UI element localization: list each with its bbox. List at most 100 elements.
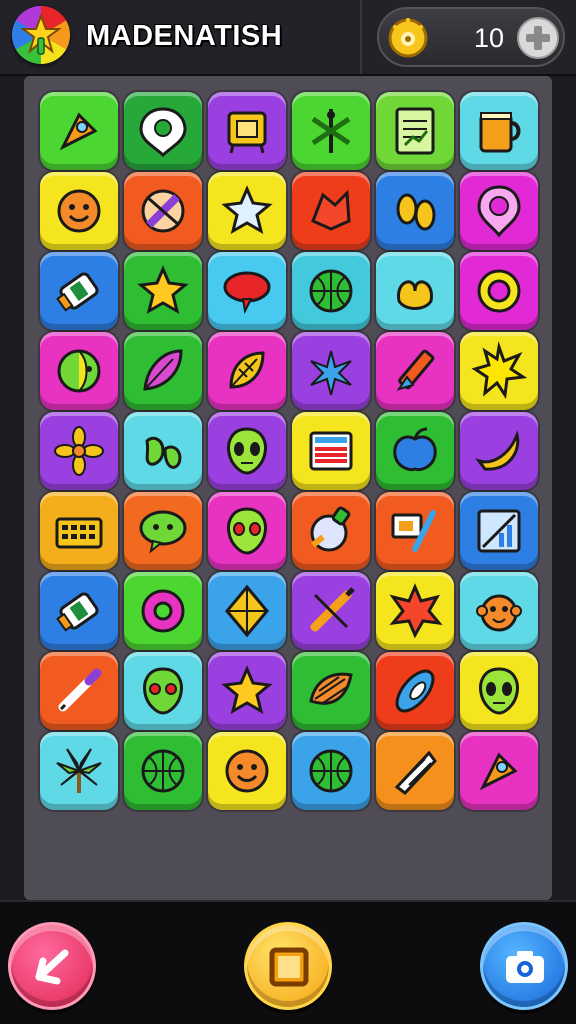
tile-star-splash[interactable] xyxy=(376,572,454,650)
tile-fruit-ball[interactable] xyxy=(40,332,118,410)
tile-sun-burst[interactable] xyxy=(460,332,538,410)
gold-coin-icon xyxy=(388,18,428,58)
pencil-no-icon xyxy=(141,189,185,233)
tile-robot-frame[interactable] xyxy=(208,92,286,170)
tile-shell[interactable] xyxy=(292,652,370,730)
tile-cone[interactable] xyxy=(376,732,454,810)
tile-chart-frame[interactable] xyxy=(460,492,538,570)
tile-basketball[interactable] xyxy=(292,252,370,330)
basketball-icon xyxy=(309,269,353,313)
app-title: MADENATISH xyxy=(86,20,283,52)
tile-pencil-no[interactable] xyxy=(124,172,202,250)
rainbow-star-logo-icon xyxy=(12,6,70,64)
tile-pretzel[interactable] xyxy=(376,252,454,330)
keyboard-icon xyxy=(55,517,103,549)
palm-star-icon xyxy=(310,350,352,396)
tile-document-chart[interactable] xyxy=(376,92,454,170)
donut-icon xyxy=(141,589,185,633)
tile-palm-tree[interactable] xyxy=(40,732,118,810)
palm-tree-icon xyxy=(56,748,102,793)
square-icon xyxy=(269,947,309,987)
tile-feather-leaf[interactable] xyxy=(124,332,202,410)
tile-speech-bubble[interactable] xyxy=(208,252,286,330)
tile-tube[interactable] xyxy=(40,252,118,330)
back-arrow-icon xyxy=(35,949,69,985)
tile-alien-face[interactable] xyxy=(460,652,538,730)
tile-palm-star[interactable] xyxy=(292,332,370,410)
leaf-shape-icon xyxy=(311,189,351,231)
tile-map-pin[interactable] xyxy=(460,172,538,250)
tile-crayon[interactable] xyxy=(376,332,454,410)
star-badge-icon xyxy=(221,185,273,235)
plus-icon xyxy=(526,26,550,50)
tile-easel-brush[interactable] xyxy=(376,492,454,570)
tile-rocket[interactable] xyxy=(460,732,538,810)
tile-pencil-cross[interactable] xyxy=(292,572,370,650)
tile-alien-face[interactable] xyxy=(208,412,286,490)
tile-dragonfly[interactable] xyxy=(292,92,370,170)
alien-head-icon xyxy=(143,667,183,715)
tile-star-badge[interactable] xyxy=(208,172,286,250)
tile-banana[interactable] xyxy=(460,412,538,490)
back-button[interactable] xyxy=(8,922,96,1010)
tile-surfboard[interactable] xyxy=(376,652,454,730)
tile-apple[interactable] xyxy=(376,412,454,490)
peppers-icon xyxy=(145,436,182,469)
tile-star[interactable] xyxy=(124,252,202,330)
header-divider xyxy=(360,0,362,74)
speech-bubble-icon xyxy=(223,271,271,315)
tile-rocket[interactable] xyxy=(40,92,118,170)
tile-monkey-face[interactable] xyxy=(460,572,538,650)
mug-icon xyxy=(479,112,521,153)
tile-flower[interactable] xyxy=(40,412,118,490)
bottom-toolbar xyxy=(0,900,576,1024)
cone-icon xyxy=(394,750,437,796)
tile-footprints[interactable] xyxy=(376,172,454,250)
striped-box-icon xyxy=(309,431,353,471)
center-button[interactable] xyxy=(244,922,332,1010)
tile-alien-head[interactable] xyxy=(124,652,202,730)
basketball-icon xyxy=(309,749,353,793)
alien-face-icon xyxy=(479,667,519,715)
document-chart-icon xyxy=(395,107,435,155)
rocket-icon xyxy=(59,112,98,151)
puzzle-board xyxy=(24,76,552,900)
tile-star[interactable] xyxy=(208,652,286,730)
tile-ring[interactable] xyxy=(460,252,538,330)
tile-chat-bubble[interactable] xyxy=(124,492,202,570)
kite-icon xyxy=(225,584,269,638)
tile-kite[interactable] xyxy=(208,572,286,650)
star-icon xyxy=(137,265,189,315)
tile-donut[interactable] xyxy=(124,572,202,650)
tile-alien-face-red-eyes[interactable] xyxy=(208,492,286,570)
tile-pen[interactable] xyxy=(40,652,118,730)
add-coins-button[interactable] xyxy=(517,17,559,59)
feather-leaf-icon xyxy=(143,349,183,391)
top-bar: MADENATISH 10 xyxy=(0,0,576,76)
tile-striped-box[interactable] xyxy=(292,412,370,490)
flower-icon xyxy=(54,426,104,476)
tile-potion-orb[interactable] xyxy=(292,492,370,570)
easel-brush-icon xyxy=(391,510,436,552)
tile-peppers[interactable] xyxy=(124,412,202,490)
crayon-icon xyxy=(396,349,435,391)
tile-seed-leaf[interactable] xyxy=(208,332,286,410)
tile-keyboard[interactable] xyxy=(40,492,118,570)
tile-leaf-shape[interactable] xyxy=(292,172,370,250)
smiley-face-icon xyxy=(57,189,101,233)
tile-smiley-face[interactable] xyxy=(40,172,118,250)
tile-smiley-face[interactable] xyxy=(208,732,286,810)
alien-face-red-eyes-icon xyxy=(227,507,267,555)
camera-button[interactable] xyxy=(480,922,568,1010)
pen-icon xyxy=(58,668,102,712)
tile-speech-pin[interactable] xyxy=(124,92,202,170)
star-splash-icon xyxy=(389,583,443,639)
tile-tube[interactable] xyxy=(40,572,118,650)
tile-basketball[interactable] xyxy=(292,732,370,810)
coin-counter: 10 xyxy=(377,7,565,67)
rocket-icon xyxy=(479,752,518,791)
tile-mug[interactable] xyxy=(460,92,538,170)
star-icon xyxy=(221,665,273,715)
tile-basketball[interactable] xyxy=(124,732,202,810)
tube-icon xyxy=(56,272,99,312)
